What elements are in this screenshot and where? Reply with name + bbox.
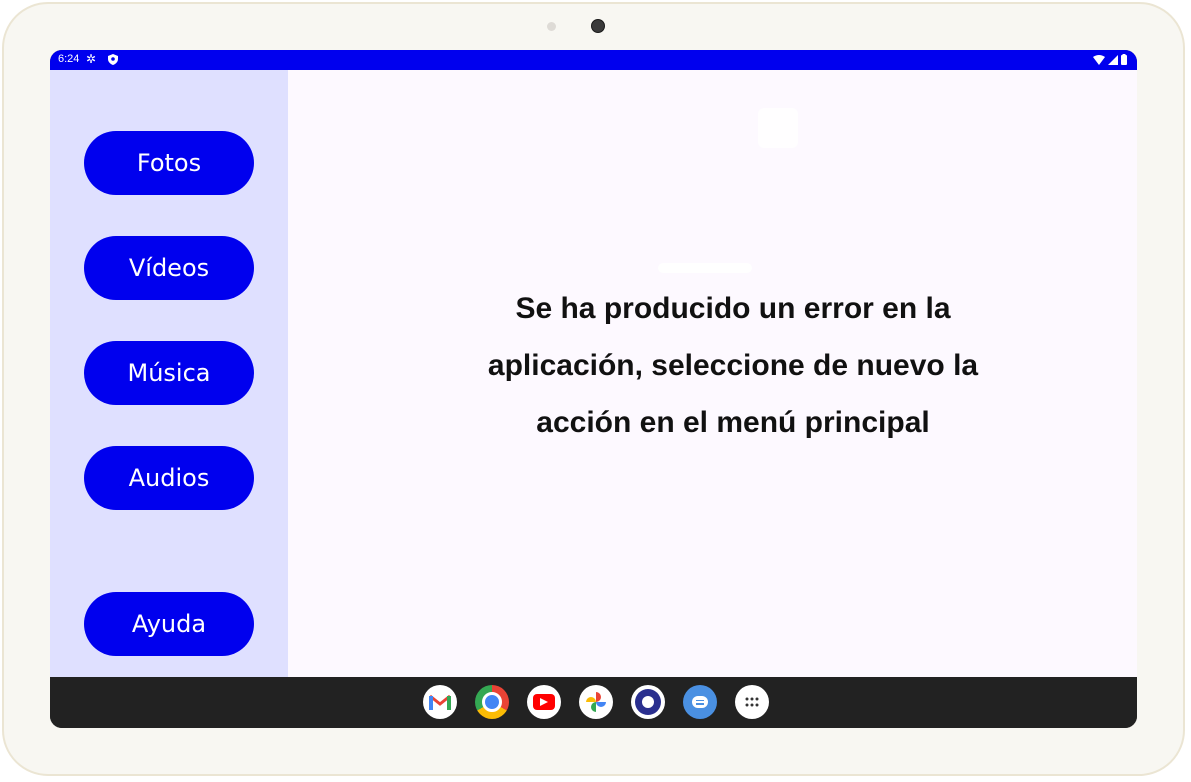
error-message-line: Se ha producido un error en la [515,292,951,325]
chrome-icon[interactable] [475,685,509,719]
fotos-button[interactable]: Fotos [84,131,254,195]
photos-icon[interactable] [579,685,613,719]
youtube-icon[interactable] [527,685,561,719]
screen: 6:24 ✲ Fotos Vídeos Música Audios Ayuda [50,50,1137,728]
front-camera [591,19,605,33]
assistant-app-icon[interactable] [631,685,665,719]
videos-button[interactable]: Vídeos [84,236,254,300]
wifi-icon [1093,54,1105,65]
faded-graphic [758,108,798,148]
signal-icon [1108,54,1118,65]
gmail-icon[interactable] [423,685,457,719]
main-content: Se ha producido un error en la aplicació… [288,70,1137,677]
ayuda-button[interactable]: Ayuda [84,592,254,656]
shield-icon [108,54,118,65]
error-message: Se ha producido un error en la aplicació… [408,280,1058,451]
musica-button[interactable]: Música [84,341,254,405]
gear-icon: ✲ [86,52,97,66]
error-message-line: aplicación, seleccione de nuevo la [487,349,979,382]
sidebar-menu: Fotos Vídeos Música Audios Ayuda [50,70,288,677]
status-time: 6:24 [58,53,80,65]
faded-graphic-shadow [658,263,752,273]
taskbar [50,677,1137,728]
status-bar: 6:24 ✲ [50,50,1137,70]
app-drawer-icon[interactable] [735,685,769,719]
light-sensor [547,22,556,31]
error-message-line: acción en el menú principal [536,406,930,439]
status-icons-right [1093,54,1127,65]
app-dock [423,685,769,719]
battery-icon [1121,54,1127,65]
audios-button[interactable]: Audios [84,446,254,510]
messages-icon[interactable] [683,685,717,719]
